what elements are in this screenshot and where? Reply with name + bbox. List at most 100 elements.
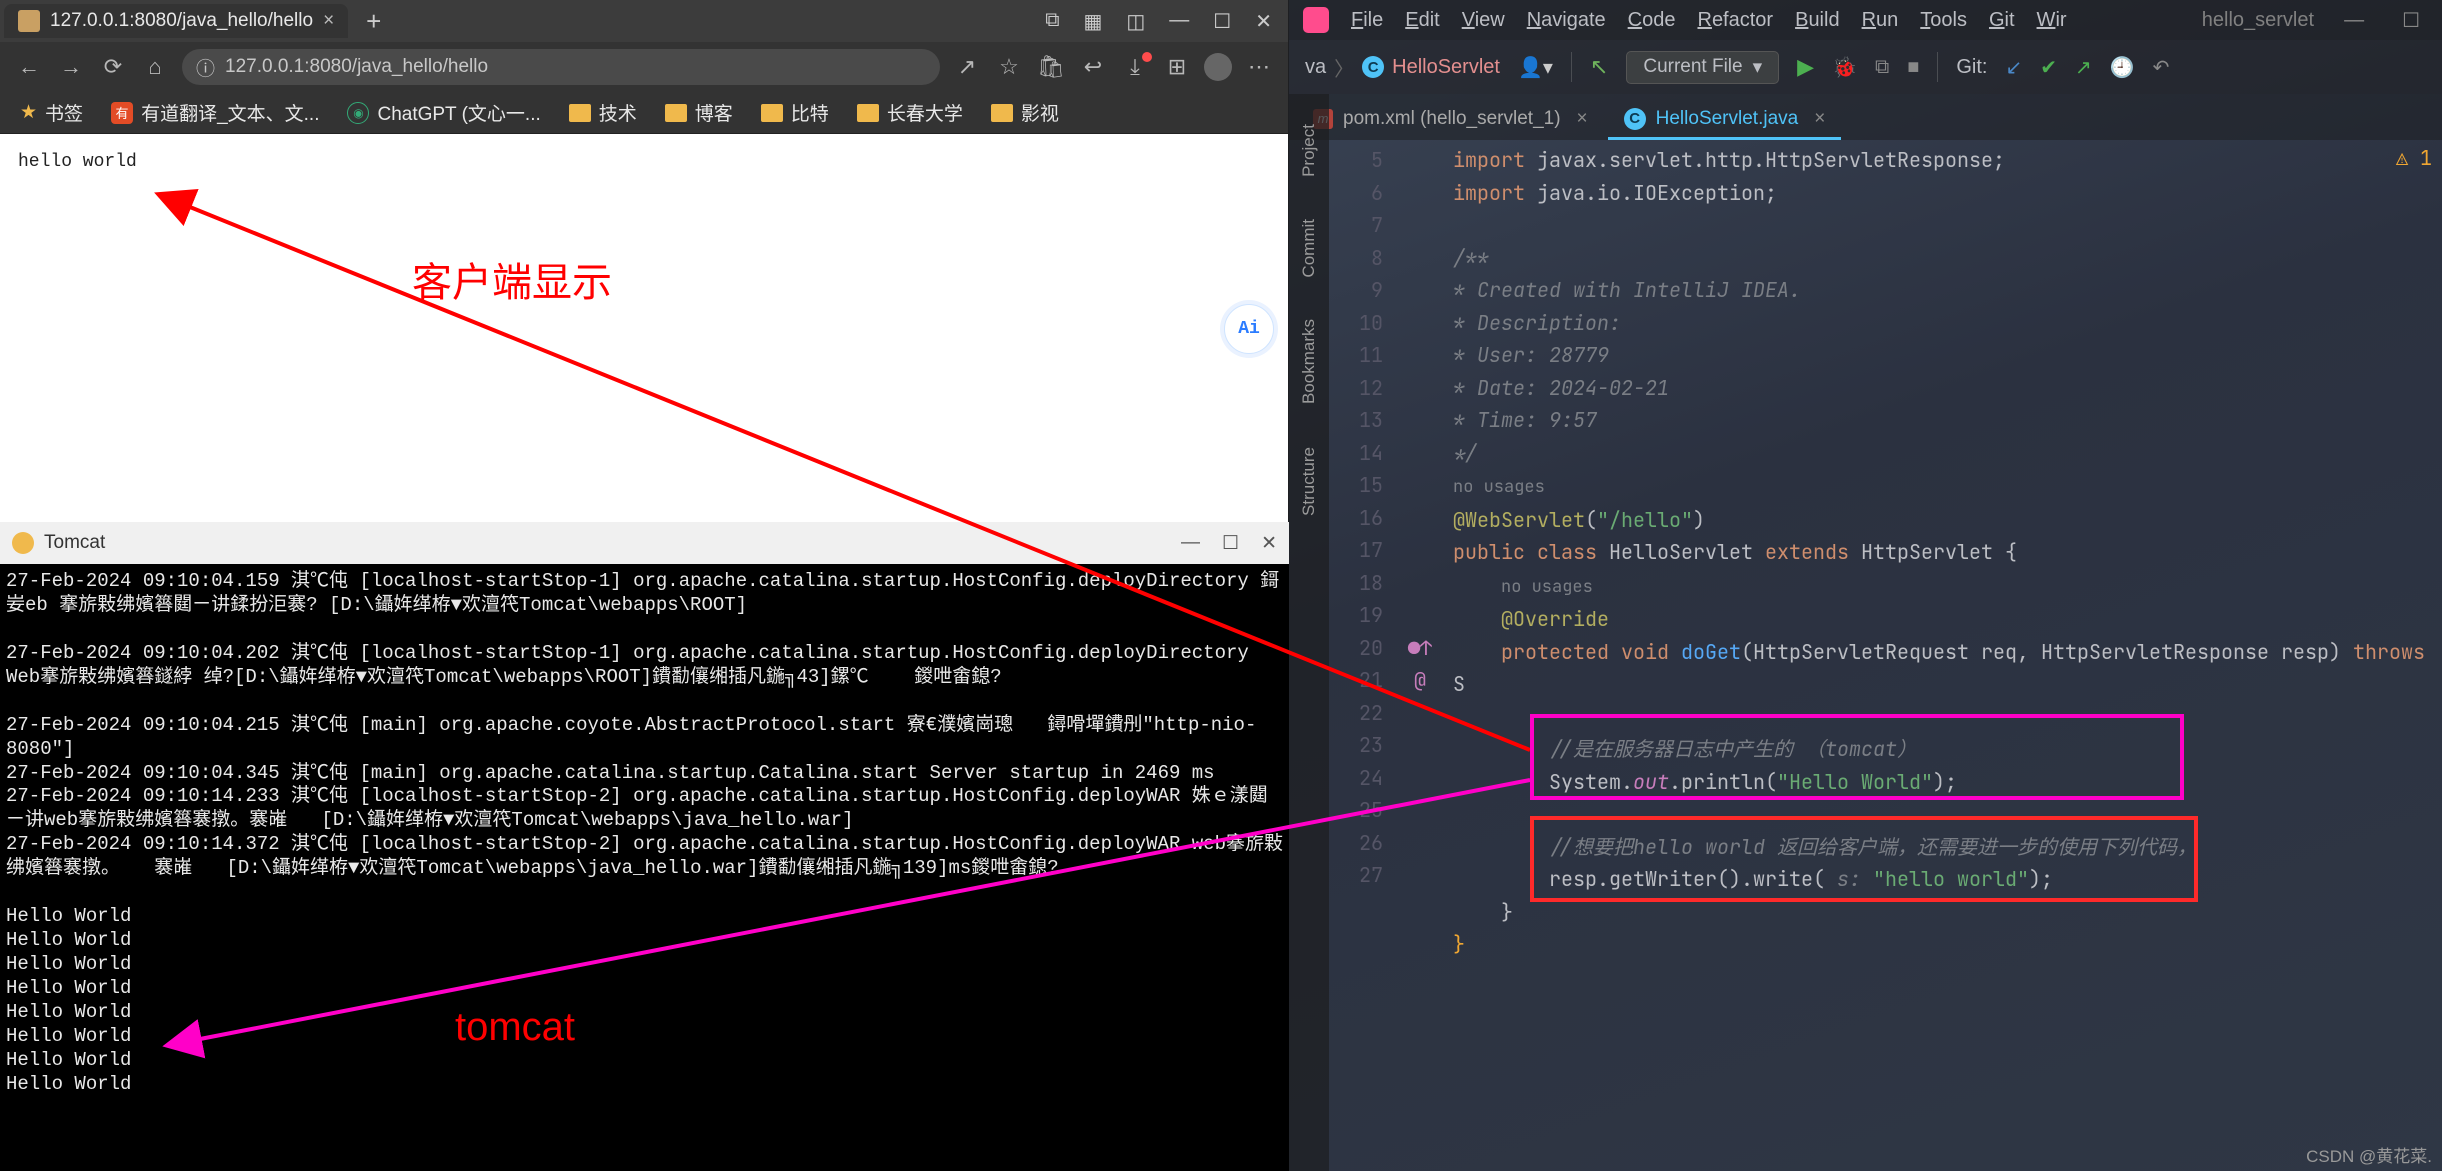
menu-item[interactable]: Git — [1989, 9, 2015, 31]
code-line[interactable]: no usages — [1453, 469, 2442, 504]
editor-tab[interactable]: CHelloServlet.java× — [1608, 100, 1842, 140]
code-line[interactable]: @Override — [1453, 603, 2442, 636]
menu-item[interactable]: File — [1351, 9, 1383, 31]
project-name: hello_servlet — [2202, 9, 2314, 32]
git-update-icon[interactable]: ↙ — [2005, 55, 2022, 80]
extensions-icon[interactable]: ⊞ — [1162, 54, 1192, 80]
close-window-icon[interactable]: ✕ — [1255, 9, 1272, 34]
code-line[interactable]: * Created with IntelliJ IDEA. — [1453, 274, 2442, 307]
star-icon[interactable]: ☆ — [994, 54, 1024, 80]
code-line[interactable]: protected void doGet(HttpServletRequest … — [1453, 636, 2442, 701]
user-icon[interactable]: 👤▾ — [1518, 55, 1553, 80]
ai-float-button[interactable]: Ai — [1224, 304, 1274, 354]
run-config-selector[interactable]: Current File ▾ — [1626, 51, 1779, 84]
ide-logo-icon[interactable] — [1303, 7, 1329, 33]
menu-item[interactable]: Tools — [1920, 9, 1967, 31]
back-icon[interactable]: ← — [14, 54, 44, 80]
warning-icon[interactable]: ⚠ 1 — [2396, 142, 2432, 175]
shopping-icon[interactable]: 🛍 — [1036, 54, 1066, 80]
code-line[interactable]: * Description: — [1453, 307, 2442, 340]
code-line[interactable]: */ — [1453, 437, 2442, 470]
breadcrumb-class: HelloServlet — [1392, 56, 1500, 79]
maximize-icon[interactable]: ☐ — [2394, 8, 2428, 33]
run-icon[interactable]: ▶ — [1797, 54, 1814, 80]
side-tool-project[interactable]: Project — [1299, 124, 1319, 177]
more-icon[interactable]: ⋯ — [1244, 54, 1274, 80]
git-rollback-icon[interactable]: ↶ — [2153, 55, 2170, 80]
bookmark-item[interactable]: 长春大学 — [857, 99, 963, 126]
side-tool-structure[interactable]: Structure — [1299, 447, 1319, 516]
side-tool-bookmarks[interactable]: Bookmarks — [1299, 319, 1319, 404]
info-icon[interactable]: ⓘ — [196, 54, 215, 81]
debug-icon[interactable]: 🐞 — [1832, 55, 1857, 80]
code-line[interactable]: import java.io.IOException; — [1453, 177, 2442, 210]
minimize-icon[interactable]: — — [2336, 9, 2372, 32]
highlight-box-println — [1530, 714, 2184, 800]
close-icon[interactable]: × — [323, 10, 334, 32]
breadcrumb-text: va — [1305, 56, 1326, 79]
menu-item[interactable]: Code — [1628, 9, 1676, 31]
minimize-icon[interactable]: — — [1169, 9, 1189, 34]
bookmark-item[interactable]: 比特 — [761, 99, 829, 126]
menu-item[interactable]: Navigate — [1527, 9, 1606, 31]
highlight-box-writer — [1530, 816, 2198, 902]
menu-item[interactable]: Run — [1862, 9, 1899, 31]
tomcat-output[interactable]: 27-Feb-2024 09:10:04.159 淇℃伅 [localhost-… — [0, 564, 1289, 1103]
bookmark-item[interactable]: ◉ChatGPT (文心一... — [347, 99, 540, 126]
code-line[interactable]: @WebServlet("/hello") — [1453, 504, 2442, 537]
profile-icon[interactable] — [1204, 53, 1232, 81]
menu-item[interactable]: Build — [1795, 9, 1839, 31]
close-icon[interactable]: ✕ — [1261, 532, 1277, 555]
forward-icon[interactable]: → — [56, 54, 86, 80]
download-icon[interactable]: ⤓ — [1120, 54, 1150, 80]
menu-item[interactable]: Edit — [1405, 9, 1439, 31]
new-tab-button[interactable]: + — [354, 6, 393, 37]
home-icon[interactable]: ⌂ — [140, 54, 170, 80]
code-body[interactable]: ⚠ 1 import javax.servlet.http.HttpServle… — [1443, 140, 2442, 1171]
minimize-icon[interactable]: — — [1181, 532, 1200, 555]
breadcrumb[interactable]: va 〉 C HelloServlet — [1305, 53, 1500, 82]
bookmark-item[interactable]: ★书签 — [20, 99, 83, 126]
browser-tab[interactable]: 127.0.0.1:8080/java_hello/hello × — [4, 4, 348, 38]
maximize-icon[interactable]: ☐ — [1213, 9, 1231, 34]
git-push-icon[interactable]: ↗ — [2075, 55, 2092, 80]
bookmark-item[interactable]: 有有道翻译_文本、文... — [111, 99, 319, 126]
close-icon[interactable]: × — [1814, 108, 1825, 130]
bookmark-item[interactable]: 博客 — [665, 99, 733, 126]
close-icon[interactable]: × — [1577, 108, 1588, 130]
code-line[interactable]: /** — [1453, 242, 2442, 275]
reload-icon[interactable]: ⟳ — [98, 54, 128, 80]
code-line[interactable]: no usages — [1453, 569, 2442, 604]
code-line[interactable] — [1453, 209, 2442, 242]
stop-icon[interactable]: ■ — [1907, 56, 1919, 79]
editor-tab[interactable]: mpom.xml (hello_servlet_1)× — [1297, 100, 1604, 140]
hammer-icon[interactable]: ↖ — [1590, 54, 1608, 80]
grid-icon[interactable]: ▦ — [1083, 9, 1102, 34]
screenshot-icon[interactable]: ◫ — [1126, 9, 1145, 34]
history-icon[interactable]: ↩ — [1078, 54, 1108, 80]
code-line[interactable]: } — [1453, 928, 2442, 961]
bookmark-label: 书签 — [45, 99, 83, 126]
coverage-icon[interactable]: ⧉ — [1875, 56, 1889, 79]
code-line[interactable] — [1453, 961, 2442, 994]
maximize-icon[interactable]: ☐ — [1222, 532, 1239, 555]
git-commit-icon[interactable]: ✔ — [2040, 55, 2057, 80]
code-line[interactable]: * Time: 9:57 — [1453, 404, 2442, 437]
code-line[interactable]: import javax.servlet.http.HttpServletRes… — [1453, 144, 2442, 177]
git-history-icon[interactable]: 🕘 — [2110, 55, 2135, 80]
code-editor[interactable]: 5678910111213141516171819202122232425262… — [1329, 140, 2442, 1171]
share-icon[interactable]: ↗ — [952, 54, 982, 80]
url-bar[interactable]: ⓘ 127.0.0.1:8080/java_hello/hello — [182, 49, 940, 85]
side-tool-commit[interactable]: Commit — [1299, 219, 1319, 278]
capture-icon[interactable]: ⧉ — [1045, 9, 1059, 34]
bookmark-item[interactable]: 影视 — [991, 99, 1059, 126]
url-text: 127.0.0.1:8080/java_hello/hello — [225, 56, 488, 78]
menu-item[interactable]: View — [1462, 9, 1505, 31]
code-line[interactable]: * Date: 2024-02-21 — [1453, 372, 2442, 405]
menu-item[interactable]: Refactor — [1697, 9, 1773, 31]
code-line[interactable]: public class HelloServlet extends HttpSe… — [1453, 536, 2442, 569]
menu-item[interactable]: Wir — [2037, 9, 2067, 31]
code-line[interactable]: * User: 28779 — [1453, 339, 2442, 372]
tab-title: 127.0.0.1:8080/java_hello/hello — [50, 10, 313, 32]
bookmark-item[interactable]: 技术 — [569, 99, 637, 126]
